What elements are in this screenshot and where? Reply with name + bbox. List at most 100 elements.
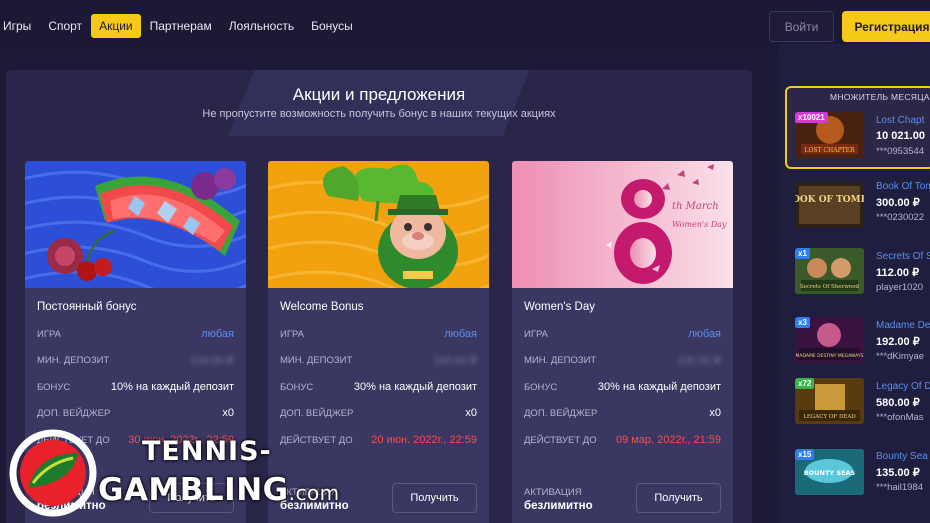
nav-item-partners[interactable]: Партнерам	[142, 14, 220, 38]
login-button[interactable]: Войти	[769, 11, 834, 42]
label-bonus: БОНУС	[280, 382, 314, 393]
nav-item-loyalty[interactable]: Лояльность	[221, 14, 302, 38]
nav-item-games[interactable]: Игры	[0, 14, 39, 38]
win-game-name[interactable]: Secrets Of S	[876, 251, 930, 262]
nav-item-bonuses[interactable]: Бонусы	[303, 14, 361, 38]
label-wager: ДОП. ВЕЙДЖЕР	[280, 408, 354, 419]
row-min-deposit: МИН. ДЕПОЗИТ 100.00 ₽	[524, 354, 721, 368]
page-subtitle: Не пропустите возможность получить бонус…	[202, 108, 556, 120]
promo-card-image-leprechaun	[268, 161, 489, 288]
label-bonus: БОНУС	[37, 382, 71, 393]
row-wager: ДОП. ВЕЙДЖЕР x0	[280, 407, 477, 421]
value-min-deposit: 100.00 ₽	[677, 355, 721, 367]
promotions-panel: Акции и предложения Не пропустите возмож…	[6, 70, 752, 523]
tennis-ball-logo	[9, 429, 97, 517]
win-user: ***0953544	[876, 146, 925, 157]
multiplier-badge: x72	[795, 378, 815, 389]
value-min-deposit: 100.00 ₽	[190, 355, 234, 367]
game-tile-madame-destiny[interactable]: x3 MADAME DESTINY MEGAWAYS	[795, 317, 864, 363]
watermark-domain: .com	[288, 481, 340, 505]
value-bonus: 30% на каждый депозит	[353, 381, 477, 393]
label-min-deposit: МИН. ДЕПОЗИТ	[37, 355, 110, 366]
value-bonus: 30% на каждый депозит	[597, 381, 721, 393]
label-game: ИГРА	[37, 329, 62, 340]
win-game-name[interactable]: Book Of Tom	[876, 181, 930, 192]
win-game-name[interactable]: Legacy Of D	[876, 381, 930, 392]
promo-card-image-watermelon	[25, 161, 246, 288]
tile-title: LEGACY OF DEAD	[803, 414, 856, 420]
promo-card-womens-day: th March Women's Day Women's Day ИГРА лю…	[512, 161, 733, 523]
art-caption-date: th March	[672, 201, 719, 212]
value-activation: безлимитно	[524, 500, 593, 512]
win-game-name[interactable]: Lost Chapt	[876, 115, 924, 126]
row-bonus: БОНУС 10% на каждый депозит	[37, 381, 234, 395]
game-tile-book-of-tombs[interactable]: BOOK OF TOMBS	[795, 182, 864, 228]
row-bonus: БОНУС 30% на каждый депозит	[524, 381, 721, 395]
win-user: ***dKimyae	[876, 351, 925, 362]
tile-title: BOOK OF TOMBS	[795, 195, 864, 205]
game-tile-legacy-of-dead[interactable]: x72 LEGACY OF DEAD	[795, 378, 864, 424]
promo-card-image-march-8: th March Women's Day	[512, 161, 733, 288]
row-game: ИГРА любая	[280, 328, 477, 342]
win-game-name[interactable]: Madame De	[876, 320, 930, 331]
win-amount: 135.00 ₽	[876, 467, 920, 479]
row-game: ИГРА любая	[37, 328, 234, 342]
game-tile-bounty-seas[interactable]: x15 BOUNTY SEAS	[795, 449, 864, 495]
label-activation: АКТИВАЦИЯ	[524, 487, 582, 498]
multiplier-badge: x10021	[795, 112, 828, 123]
value-valid-until: 20 июн. 2022г., 22:59	[371, 434, 477, 446]
multiplier-badge: x3	[795, 317, 810, 328]
row-bonus: БОНУС 30% на каждый депозит	[280, 381, 477, 395]
nav-item-promotions[interactable]: Акции	[91, 14, 141, 38]
sidebar-heading: МНОЖИТЕЛЬ МЕСЯЦА	[830, 92, 930, 102]
label-game: ИГРА	[280, 329, 305, 340]
win-amount: 300.00 ₽	[876, 197, 920, 209]
main-nav: Игры Спорт Акции Партнерам Лояльность Бо…	[0, 14, 362, 38]
label-valid-until: ДЕЙСТВУЕТ ДО	[280, 435, 353, 446]
row-valid-until: ДЕЙСТВУЕТ ДО 09 мар. 2022г., 21:59	[524, 434, 721, 448]
get-bonus-button[interactable]: Получить	[392, 483, 477, 513]
label-wager: ДОП. ВЕЙДЖЕР	[524, 408, 598, 419]
promo-card-title: Постоянный бонус	[37, 301, 137, 313]
page-title: Акции и предложения	[292, 85, 466, 104]
win-user: player1020	[876, 282, 924, 293]
multiplier-badge: x15	[795, 449, 815, 460]
value-min-deposit: 100.00 ₽	[433, 355, 477, 367]
label-game: ИГРА	[524, 329, 549, 340]
nav-item-sport[interactable]: Спорт	[40, 14, 90, 38]
value-game[interactable]: любая	[201, 328, 234, 340]
tile-title: BOUNTY SEAS	[804, 469, 856, 477]
value-game[interactable]: любая	[688, 328, 721, 340]
watermark-line-1: TENNIS-	[142, 436, 272, 467]
label-min-deposit: МИН. ДЕПОЗИТ	[280, 355, 353, 366]
watermark-line-2: GAMBLING.com	[98, 472, 340, 508]
win-user: ***hail1984	[876, 482, 924, 493]
value-bonus: 10% на каждый депозит	[110, 381, 234, 393]
win-user: ***0230022	[876, 212, 925, 223]
row-game: ИГРА любая	[524, 328, 721, 342]
label-wager: ДОП. ВЕЙДЖЕР	[37, 408, 111, 419]
label-bonus: БОНУС	[524, 382, 558, 393]
row-wager: ДОП. ВЕЙДЖЕР x0	[37, 407, 234, 421]
game-tile-lost-chapter[interactable]: x10021 LOST CHAPTER	[795, 112, 864, 158]
value-wager: x0	[709, 407, 721, 419]
game-tile-secrets-of-sherwood[interactable]: x1 Secrets Of Sherwood	[795, 248, 864, 294]
register-button[interactable]: Регистрация	[842, 11, 930, 42]
watermark-brand: GAMBLING	[98, 472, 289, 508]
value-wager: x0	[222, 407, 234, 419]
win-amount: 580.00 ₽	[876, 397, 920, 409]
label-min-deposit: МИН. ДЕПОЗИТ	[524, 355, 597, 366]
value-wager: x0	[465, 407, 477, 419]
promo-card-welcome-bonus: Welcome Bonus ИГРА любая МИН. ДЕПОЗИТ 10…	[268, 161, 489, 523]
label-valid-until: ДЕЙСТВУЕТ ДО	[524, 435, 597, 446]
get-bonus-button[interactable]: Получить	[636, 483, 721, 513]
win-game-name[interactable]: Bounty Sea	[876, 451, 928, 462]
row-valid-until: ДЕЙСТВУЕТ ДО 20 июн. 2022г., 22:59	[280, 434, 477, 448]
row-min-deposit: МИН. ДЕПОЗИТ 100.00 ₽	[280, 354, 477, 368]
win-amount: 192.00 ₽	[876, 336, 920, 348]
tile-title: Secrets Of Sherwood	[800, 284, 860, 290]
value-valid-until: 09 мар. 2022г., 21:59	[615, 434, 721, 446]
value-game[interactable]: любая	[444, 328, 477, 340]
tile-title: LOST CHAPTER	[804, 147, 854, 154]
row-wager: ДОП. ВЕЙДЖЕР x0	[524, 407, 721, 421]
